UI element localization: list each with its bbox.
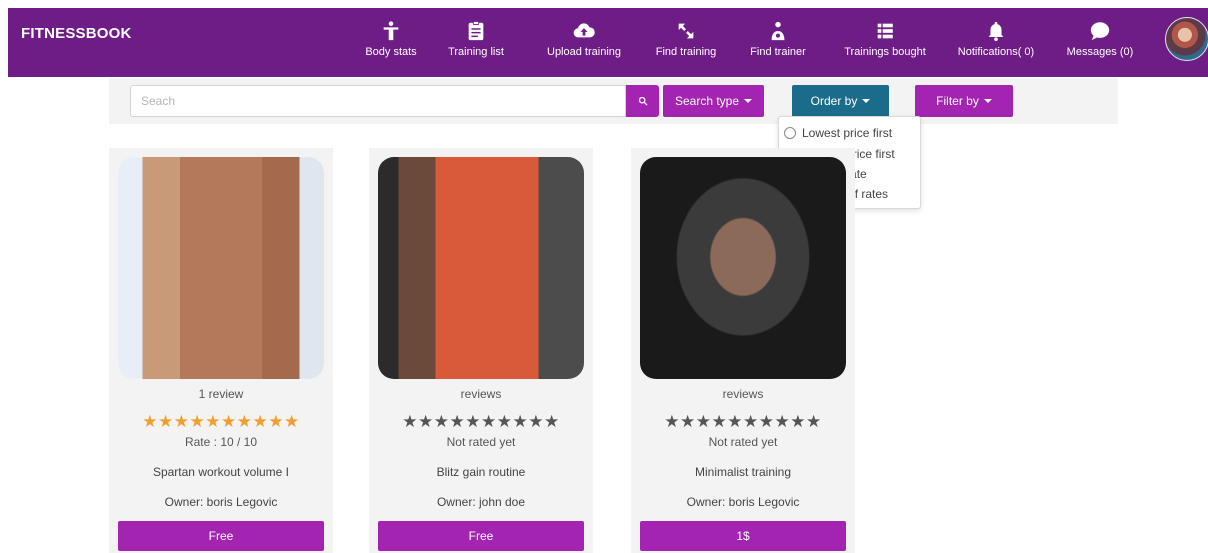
trainer-icon (771, 21, 785, 41)
search-button[interactable] (626, 85, 659, 117)
nav-find-training[interactable]: Find training (650, 8, 722, 77)
training-card: reviews ★★★★★★★★★★ Not rated yet Minimal… (631, 148, 855, 553)
nav-label: Trainings bought (844, 46, 926, 58)
training-owner: Owner: boris Legovic (686, 495, 800, 509)
person-icon (383, 21, 399, 41)
price-button[interactable]: 1$ (640, 521, 846, 551)
nav-label: Upload training (547, 46, 621, 58)
training-card: reviews ★★★★★★★★★★ Not rated yet Blitz g… (369, 148, 593, 553)
chat-bubble-icon (1090, 22, 1110, 41)
cloud-upload-icon (573, 23, 595, 38)
nav-body-stats[interactable]: Body stats (360, 8, 422, 77)
search-type-label: Search type (674, 94, 740, 108)
search-type-button[interactable]: Search type (663, 85, 764, 117)
star-rating: ★★★★★★★★★★ (142, 412, 300, 431)
training-image[interactable] (118, 157, 324, 379)
nav-label: Find trainer (750, 46, 806, 58)
order-by-label: Order by (810, 94, 858, 108)
training-title: Minimalist training (694, 465, 792, 479)
caret-down-icon (862, 99, 871, 103)
review-count: 1 review (198, 387, 244, 401)
price-button[interactable]: Free (118, 521, 324, 551)
top-navbar: FITNESSBOOK Body stats Training list Upl… (8, 8, 1208, 77)
list-icon (877, 23, 893, 39)
nav-label: Messages (0) (1066, 46, 1134, 58)
search-icon (638, 96, 647, 106)
order-by-button[interactable]: Order by (792, 85, 889, 117)
training-title: Spartan workout volume I (152, 465, 290, 479)
avatar[interactable] (1165, 17, 1208, 61)
review-count: reviews (460, 387, 502, 401)
star-rating: ★★★★★★★★★★ (664, 412, 822, 431)
nav-label: Notifications( 0) (957, 46, 1035, 58)
order-option-lowest-price[interactable]: Lowest price first (784, 125, 892, 141)
training-title: Blitz gain routine (436, 465, 526, 479)
bell-icon (988, 21, 1004, 42)
nav-label: Find training (655, 46, 717, 58)
nav-notifications[interactable]: Notifications( 0) (950, 8, 1042, 77)
rate-text: Not rated yet (708, 435, 778, 449)
training-image[interactable] (378, 157, 584, 379)
star-rating: ★★★★★★★★★★ (402, 412, 560, 431)
rate-text: Not rated yet (446, 435, 516, 449)
nav-label: Training list (448, 46, 504, 58)
nav-trainings-bought[interactable]: Trainings bought (835, 8, 935, 77)
radio-button[interactable] (784, 127, 796, 139)
rate-text: Rate : 10 / 10 (184, 435, 258, 449)
nav-training-list[interactable]: Training list (444, 8, 508, 77)
expand-icon (678, 23, 694, 39)
nav-messages[interactable]: Messages (0) (1065, 8, 1135, 77)
option-label: Lowest price first (802, 126, 893, 140)
caret-down-icon (983, 99, 992, 103)
filter-by-button[interactable]: Filter by (915, 85, 1013, 117)
review-count: reviews (722, 387, 764, 401)
training-image[interactable] (640, 157, 846, 379)
caret-down-icon (744, 99, 753, 103)
search-input[interactable] (130, 85, 626, 117)
nav-upload-training[interactable]: Upload training (539, 8, 629, 77)
training-owner: Owner: boris Legovic (164, 495, 278, 509)
clipboard-icon (468, 20, 484, 41)
training-card: 1 review ★★★★★★★★★★ Rate : 10 / 10 Spart… (109, 148, 333, 553)
brand-logo[interactable]: FITNESSBOOK (21, 25, 132, 42)
price-button[interactable]: Free (378, 521, 584, 551)
training-owner: Owner: john doe (436, 495, 526, 509)
nav-label: Body stats (365, 46, 417, 58)
filter-by-label: Filter by (936, 94, 979, 108)
nav-find-trainer[interactable]: Find trainer (745, 8, 811, 77)
